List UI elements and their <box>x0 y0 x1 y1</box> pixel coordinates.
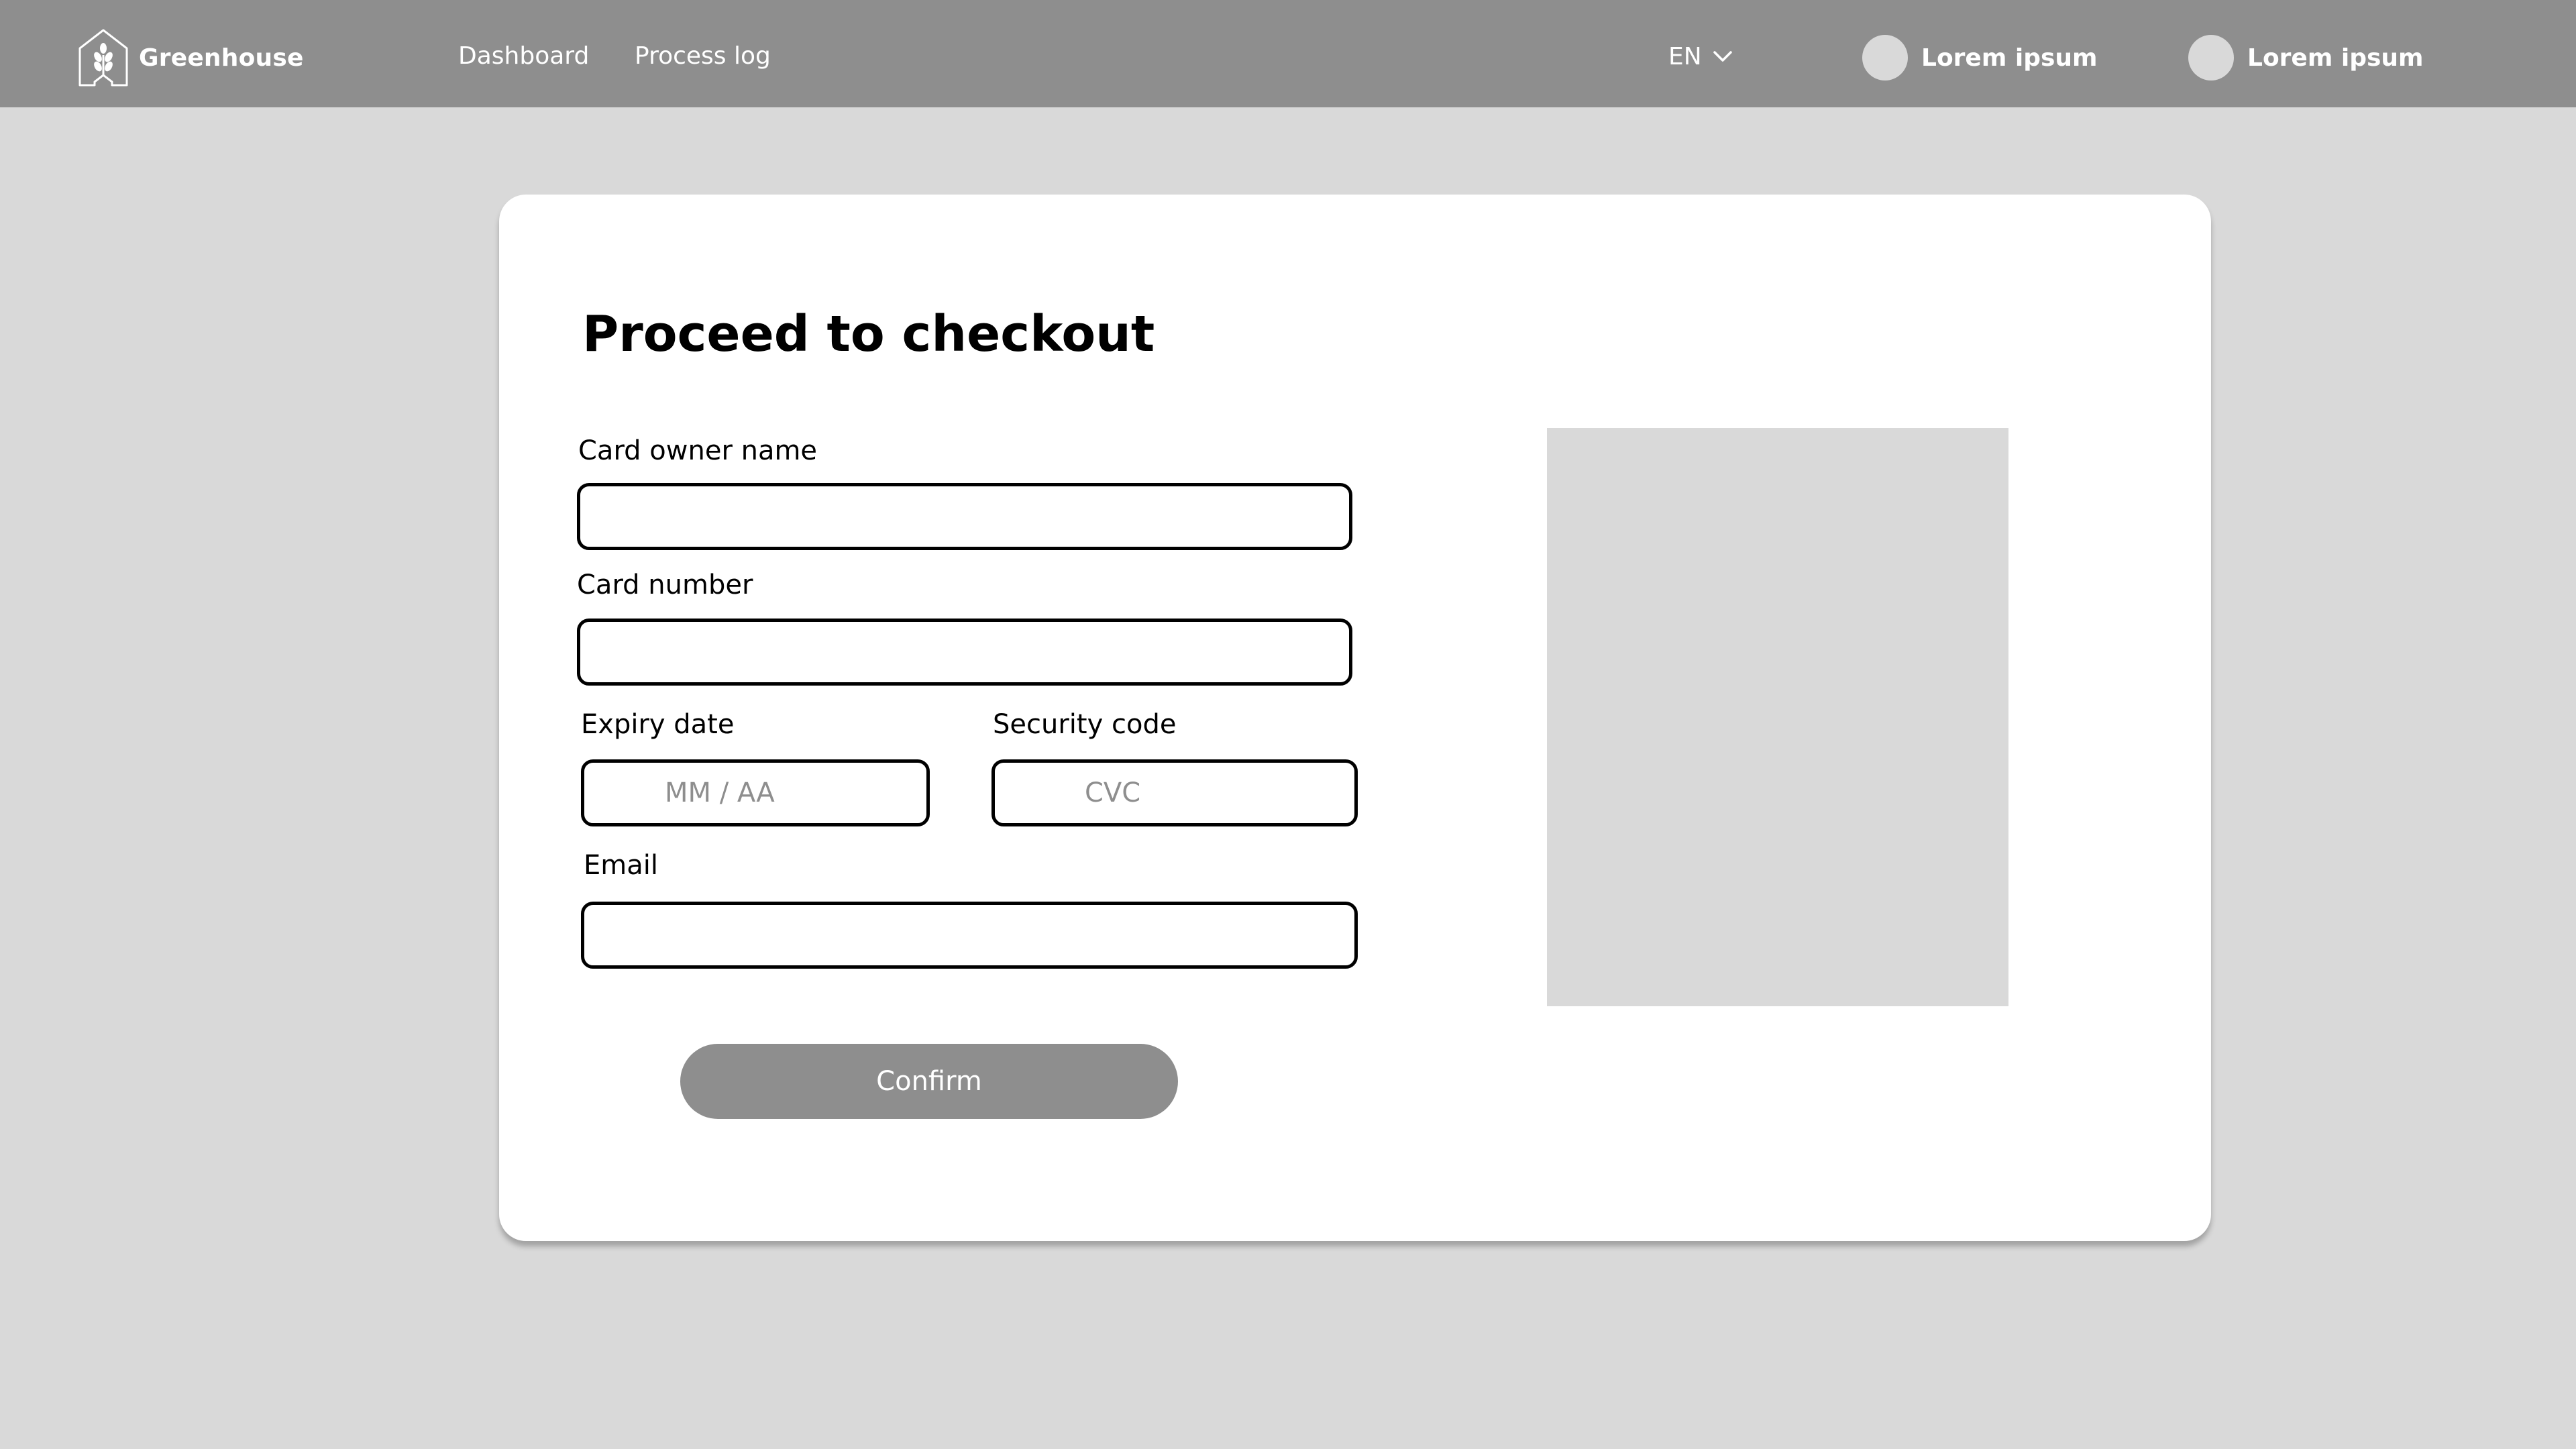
card-number-label: Card number <box>577 570 753 600</box>
avatar <box>1862 35 1908 80</box>
card-owner-name-label: Card owner name <box>578 435 818 466</box>
user-menu-1[interactable]: Lorem ipsum <box>1862 35 2098 80</box>
checkout-card: Proceed to checkout Card owner name Card… <box>499 195 2211 1241</box>
card-owner-name-field[interactable] <box>577 483 1352 550</box>
expiry-date-field[interactable] <box>581 759 930 826</box>
top-navigation-bar: Greenhouse Dashboard Process log EN Lore… <box>0 0 2576 107</box>
user-name: Lorem ipsum <box>2247 44 2424 72</box>
expiry-date-label: Expiry date <box>581 709 735 740</box>
language-value: EN <box>1668 42 1702 70</box>
image-placeholder <box>1547 428 2008 1006</box>
nav-dashboard-link[interactable]: Dashboard <box>458 42 589 71</box>
card-number-field[interactable] <box>577 619 1352 686</box>
confirm-button[interactable]: Confirm <box>680 1044 1178 1119</box>
avatar <box>2188 35 2234 80</box>
nav-process-log-link[interactable]: Process log <box>635 42 771 71</box>
brand-logo[interactable]: Greenhouse <box>77 28 304 87</box>
chevron-down-icon <box>1713 51 1732 62</box>
security-code-label: Security code <box>993 709 1177 740</box>
language-selector[interactable]: EN <box>1668 42 1734 71</box>
email-label: Email <box>584 850 658 881</box>
user-name: Lorem ipsum <box>1921 44 2098 72</box>
greenhouse-logo-icon <box>78 29 128 87</box>
user-menu-2[interactable]: Lorem ipsum <box>2188 35 2424 80</box>
email-field[interactable] <box>581 902 1358 969</box>
security-code-field[interactable] <box>991 759 1358 826</box>
brand-name: Greenhouse <box>139 44 304 72</box>
page-title: Proceed to checkout <box>582 305 1155 363</box>
